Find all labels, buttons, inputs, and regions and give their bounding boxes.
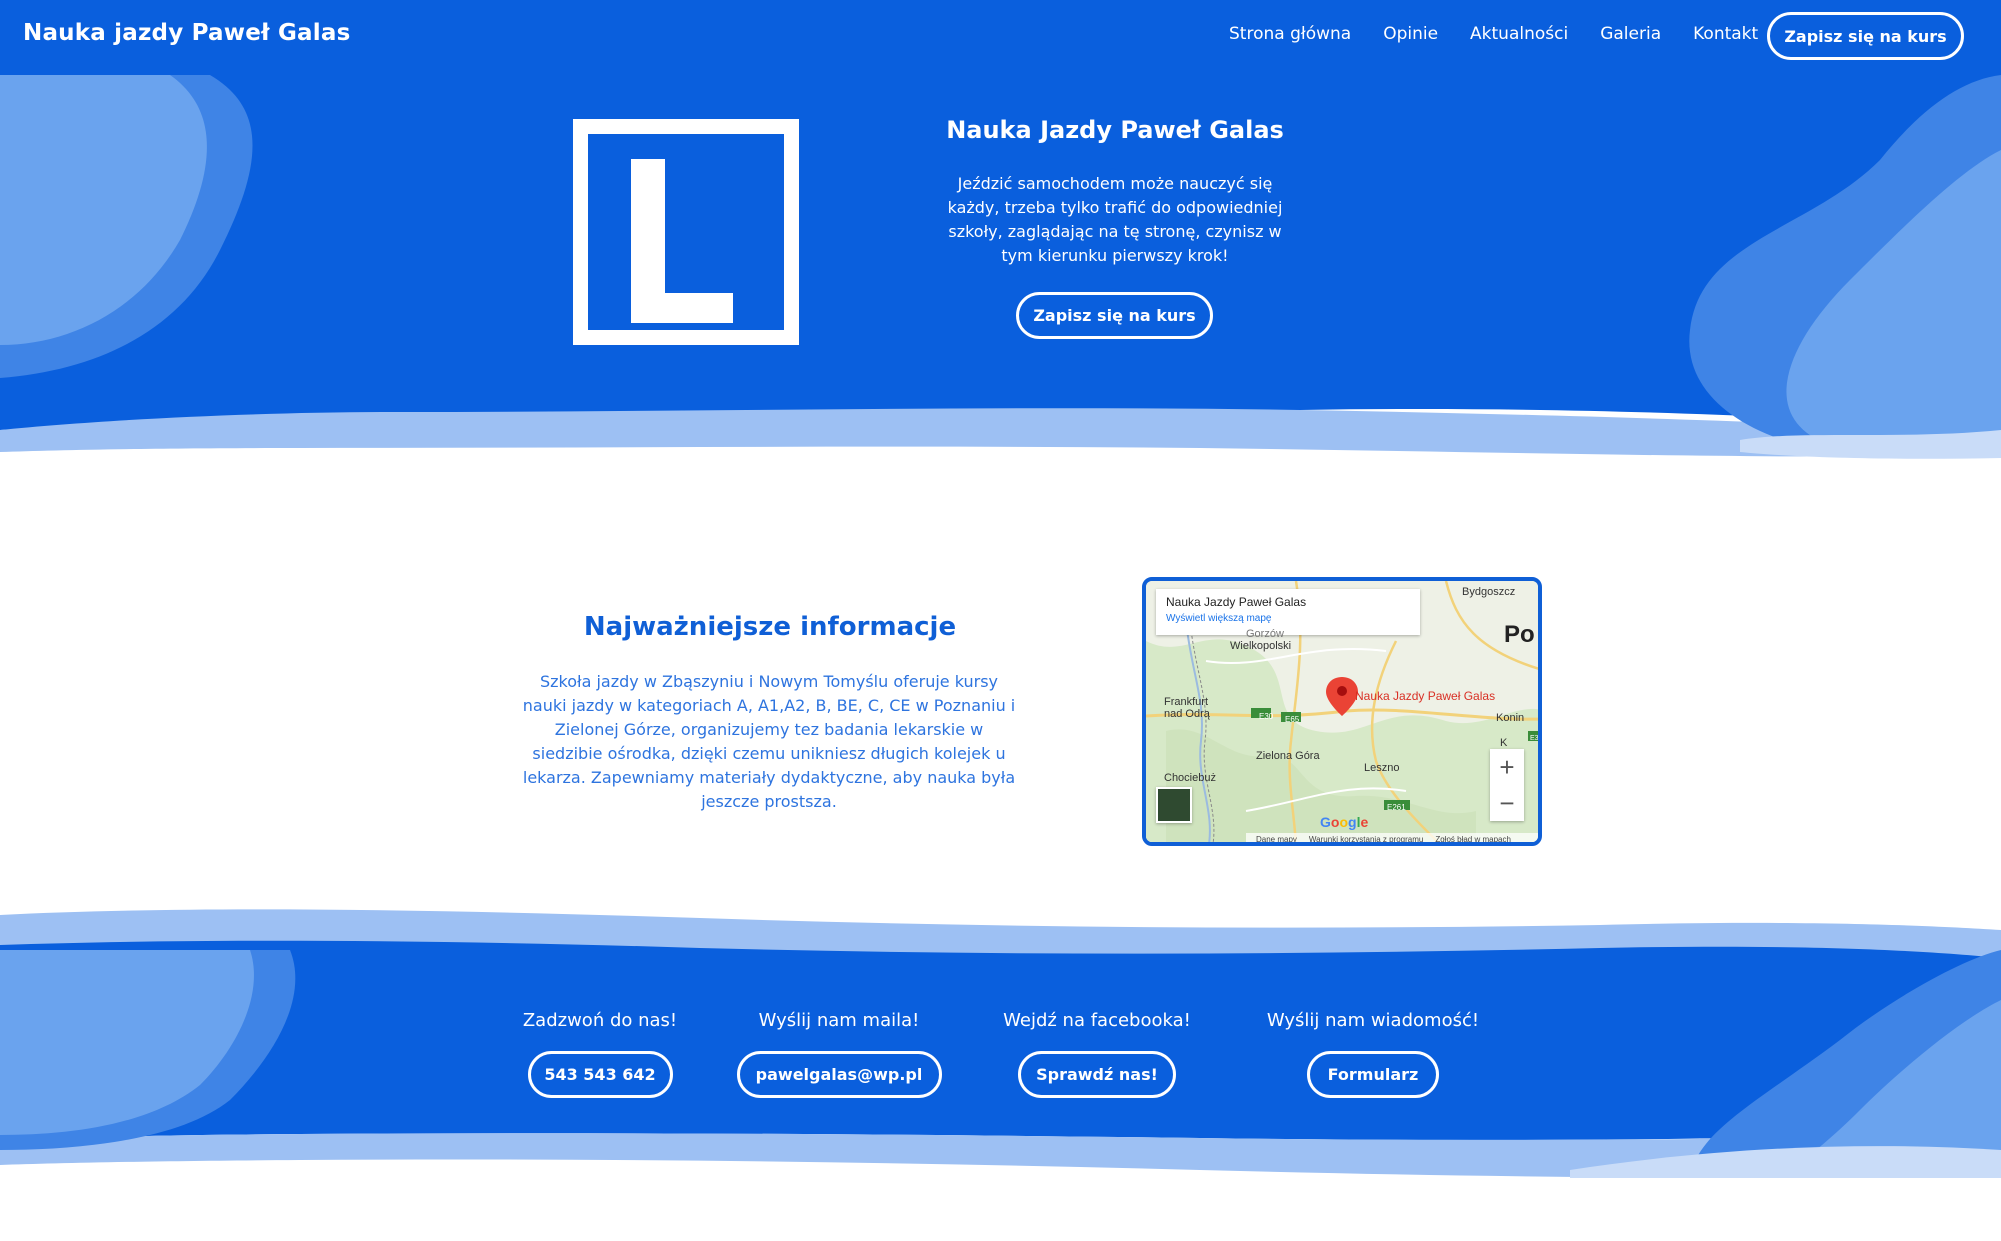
- facebook-button[interactable]: Sprawdź nas!: [1018, 1051, 1176, 1098]
- menu-item-news[interactable]: Aktualności: [1470, 24, 1568, 44]
- road-label: E30: [1530, 735, 1542, 742]
- contact-email-question: Wyślij nam maila!: [758, 1010, 920, 1031]
- contact-phone: Zadzwoń do nas! 543 543 642: [515, 1010, 685, 1098]
- contact-form: Wyślij nam wiadomość! Formularz: [1262, 1010, 1484, 1098]
- menu-item-home[interactable]: Strona główna: [1229, 24, 1351, 44]
- contact-phone-question: Zadzwoń do nas!: [522, 1010, 678, 1031]
- zoom-out-button[interactable]: −: [1490, 785, 1524, 821]
- contact-form-question: Wyślij nam wiadomość!: [1266, 1010, 1480, 1031]
- google-map-embed[interactable]: E30 E65 E30 E261 Nauka Jazdy Paweł Galas…: [1142, 577, 1542, 846]
- city-label: Bydgoszcz: [1462, 586, 1516, 598]
- main-menu: Strona główna Opinie Aktualności Galeria…: [1229, 24, 1790, 44]
- learner-l-logo: [573, 119, 799, 345]
- city-label: Frankfurt: [1164, 696, 1209, 708]
- map-terms-link[interactable]: Warunki korzystania z programu: [1309, 835, 1423, 842]
- map-report-link[interactable]: Zgłoś błąd w mapach: [1435, 835, 1511, 842]
- menu-item-gallery[interactable]: Galeria: [1600, 24, 1661, 44]
- map-data-link[interactable]: Dane mapy: [1256, 835, 1297, 842]
- nav-signup-button[interactable]: Zapisz się na kurs: [1767, 12, 1964, 60]
- brand-logo-text[interactable]: Nauka jazdy Paweł Galas: [23, 20, 350, 46]
- map-place-name: Nauka Jazdy Paweł Galas: [1166, 595, 1307, 609]
- hero-title: Nauka Jazdy Paweł Galas: [946, 116, 1284, 144]
- contact-facebook: Wejdź na facebooka! Sprawdź nas!: [1000, 1010, 1194, 1098]
- region-label: Po: [1504, 621, 1535, 648]
- city-label: Zielona Góra: [1256, 750, 1320, 762]
- hero-signup-button[interactable]: Zapisz się na kurs: [1016, 292, 1213, 339]
- city-label: Wielkopolski: [1230, 640, 1292, 652]
- city-label: Gorzów: [1246, 628, 1284, 640]
- road-label: E261: [1387, 803, 1406, 812]
- city-label: nad Odrą: [1164, 708, 1210, 720]
- map-footer: Dane mapy Warunki korzystania z programu…: [1246, 833, 1538, 842]
- city-label: Konin: [1496, 712, 1525, 724]
- zoom-controls: + −: [1490, 749, 1524, 821]
- city-label: Chociebuż: [1164, 772, 1216, 784]
- city-label: Leszno: [1364, 762, 1400, 774]
- zoom-in-button[interactable]: +: [1490, 749, 1524, 785]
- form-button[interactable]: Formularz: [1307, 1051, 1439, 1098]
- menu-item-reviews[interactable]: Opinie: [1383, 24, 1438, 44]
- road-label: E65: [1285, 715, 1300, 724]
- satellite-toggle[interactable]: [1156, 787, 1192, 823]
- contact-email: Wyślij nam maila! pawelgalas@wp.pl: [733, 1010, 945, 1098]
- google-logo: Google: [1320, 814, 1369, 830]
- road-label: E30: [1259, 712, 1274, 721]
- info-title: Najważniejsze informacje: [583, 612, 957, 642]
- map-larger-link[interactable]: Wyświetl większą mapę: [1166, 613, 1410, 624]
- map-place-card: Nauka Jazdy Paweł Galas Wyświetl większą…: [1156, 589, 1420, 635]
- email-button[interactable]: pawelgalas@wp.pl: [736, 1051, 942, 1098]
- phone-button[interactable]: 543 543 642: [527, 1051, 673, 1098]
- menu-item-contact[interactable]: Kontakt: [1693, 24, 1758, 44]
- top-navigation: Nauka jazdy Paweł Galas Strona główna Op…: [0, 0, 2001, 72]
- hero-description: Jeździć samochodem może nauczyć się każd…: [947, 174, 1283, 265]
- info-description: Szkoła jazdy w Zbąszyniu i Nowym Tomyślu…: [522, 672, 1016, 811]
- map-pin-label: Nauka Jazdy Paweł Galas: [1355, 689, 1496, 703]
- contact-facebook-question: Wejdź na facebooka!: [1003, 1010, 1191, 1031]
- city-label: K: [1500, 737, 1508, 749]
